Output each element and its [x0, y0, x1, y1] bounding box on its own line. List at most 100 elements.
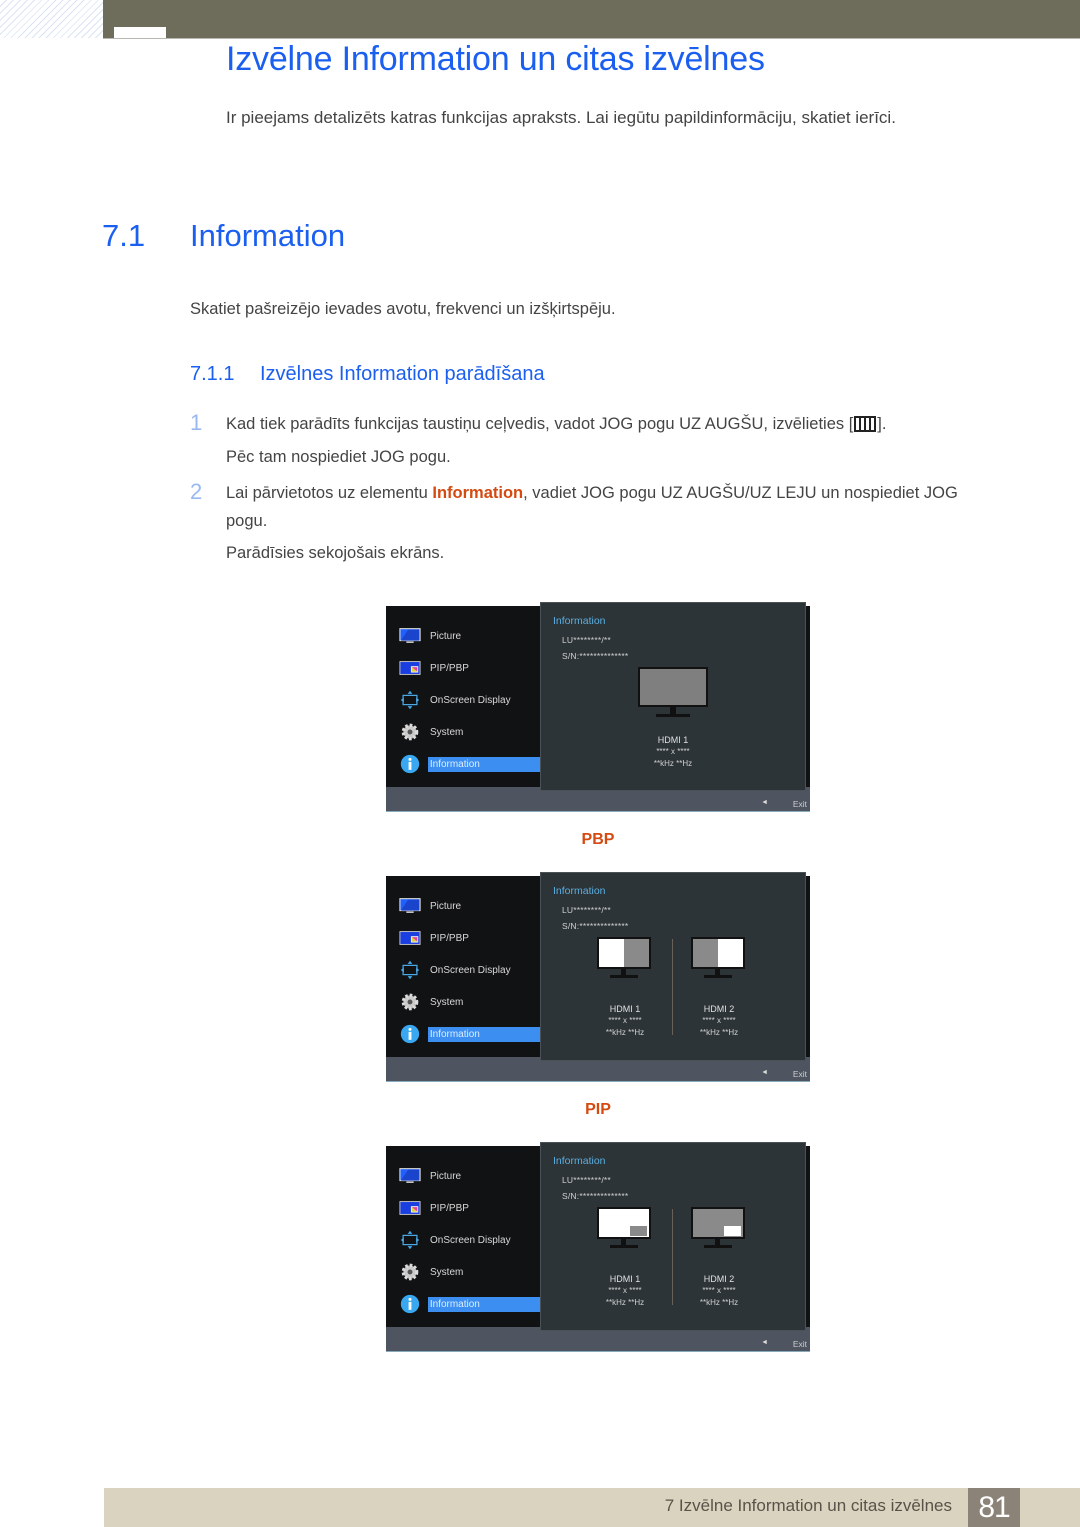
- information-panel-title: Information: [553, 615, 606, 627]
- subsection-title: Izvēlnes Information parādīšana: [260, 363, 545, 385]
- source-info: HDMI 1 **** x **** **kHz **Hz: [575, 1207, 675, 1309]
- exit-button[interactable]: Exit: [793, 799, 807, 809]
- osd-menu-label: Information: [427, 1296, 541, 1312]
- monitor-icon: [575, 937, 675, 988]
- osd-menu-item[interactable]: Information: [398, 1024, 541, 1044]
- osd-screen-single: ◄ Exit Picture PIP/PBP OnScreen Display Syste…: [386, 602, 810, 812]
- osd-menu-item[interactable]: PIP/PBP: [398, 658, 541, 678]
- mode-label-pip: PIP: [585, 1101, 611, 1118]
- section-description: Skatiet pašreizējo ievades avotu, frekve…: [190, 300, 616, 318]
- source-divider: [672, 1209, 673, 1305]
- osd-screen-pbp: ◄ Exit Picture PIP/PBP OnScreen Display Syste…: [386, 872, 810, 1082]
- step-2-text-a: Lai pārvietotos uz elementu: [226, 484, 433, 502]
- osd-menu-label: Information: [427, 756, 541, 772]
- osd-menu-item[interactable]: Information: [398, 1294, 541, 1314]
- osd-menu-item[interactable]: Picture: [398, 1166, 541, 1186]
- source-frequency: **kHz **Hz: [699, 1298, 739, 1307]
- serial-number: S/N:**************: [562, 651, 629, 661]
- model-code: LU********/**: [562, 1175, 611, 1185]
- highlight-information: Information: [432, 484, 524, 502]
- monitor-icon: [575, 1207, 675, 1258]
- source-info: HDMI 1 **** x **** **kHz **Hz: [575, 937, 675, 1039]
- step-number: 2: [190, 479, 203, 504]
- osd-menu-label: PIP/PBP: [430, 932, 469, 944]
- mode-label-pbp: PBP: [581, 831, 615, 848]
- page-title: Izvēlne Information un citas izvēlnes: [226, 40, 765, 78]
- source-resolution: **** x ****: [608, 1016, 642, 1025]
- source-name: HDMI 2: [703, 1004, 735, 1014]
- serial-number: S/N:**************: [562, 1191, 629, 1201]
- back-arrow-icon[interactable]: ◄: [761, 799, 768, 806]
- osd-menu-label: System: [430, 996, 464, 1008]
- picture-icon: [398, 896, 422, 916]
- gear-icon: [398, 992, 422, 1012]
- information-panel: Information LU********/** S/N:************…: [540, 1142, 806, 1331]
- step-1-text: Kad tiek parādīts funkcijas taustiņu ceļ…: [226, 415, 886, 434]
- osd-menu-item[interactable]: System: [398, 992, 541, 1012]
- information-panel-title: Information: [553, 1155, 606, 1167]
- onscreen-display-icon: [398, 960, 422, 980]
- osd-menu-item[interactable]: PIP/PBP: [398, 928, 541, 948]
- osd-menu-item[interactable]: System: [398, 722, 541, 742]
- source-frequency: **kHz **Hz: [653, 759, 693, 768]
- subsection-number: 7.1.1: [190, 363, 235, 385]
- source-info: HDMI 2 **** x **** **kHz **Hz: [669, 937, 769, 1039]
- monitor-icon: [669, 1207, 769, 1258]
- step-2-text: Lai pārvietotos uz elementu Information,…: [226, 484, 958, 503]
- osd-screen-pip: ◄ Exit Picture PIP/PBP OnScreen Display Syste…: [386, 1142, 810, 1352]
- source-frequency: **kHz **Hz: [699, 1028, 739, 1037]
- osd-menu-item[interactable]: Picture: [398, 626, 541, 646]
- osd-menu-item[interactable]: Picture: [398, 896, 541, 916]
- osd-menu-label: Picture: [430, 1170, 462, 1182]
- serial-number: S/N:**************: [562, 921, 629, 931]
- osd-menu-label: PIP/PBP: [430, 662, 469, 674]
- header-hatch-decoration: [0, 0, 103, 38]
- section-title: Information: [190, 218, 346, 253]
- exit-button[interactable]: Exit: [793, 1069, 807, 1079]
- source-divider: [672, 939, 673, 1035]
- source-resolution: **** x ****: [656, 747, 690, 756]
- back-arrow-icon[interactable]: ◄: [761, 1339, 768, 1346]
- step-1-text-line2: Pēc tam nospiediet JOG pogu.: [226, 448, 451, 466]
- osd-menu-item[interactable]: OnScreen Display: [398, 690, 541, 710]
- osd-menu-label: OnScreen Display: [430, 1234, 511, 1246]
- source-name: HDMI 1: [609, 1274, 641, 1284]
- information-panel: Information LU********/** S/N:************…: [540, 872, 806, 1061]
- source-frequency: **kHz **Hz: [605, 1298, 645, 1307]
- footer-chapter: 7 Izvēlne Information un citas izvēlnes: [664, 1496, 952, 1515]
- source-resolution: **** x ****: [608, 1286, 642, 1295]
- picture-icon: [398, 1166, 422, 1186]
- source-info: HDMI 1 **** x **** **kHz **Hz: [623, 667, 723, 770]
- osd-menu-label: PIP/PBP: [430, 1202, 469, 1214]
- osd-menu-label: Picture: [430, 900, 462, 912]
- header-tab-marker: [114, 27, 166, 38]
- step-number: 1: [190, 410, 203, 435]
- osd-menu-item[interactable]: PIP/PBP: [398, 1198, 541, 1218]
- pip-pbp-icon: [398, 928, 422, 948]
- page-number: 81: [968, 1488, 1020, 1527]
- osd-menu-label: System: [430, 726, 464, 738]
- step-2-text-b: , vadiet JOG pogu UZ AUGŠU/UZ LEJU un no…: [523, 484, 958, 502]
- exit-button[interactable]: Exit: [793, 1339, 807, 1349]
- info-icon: [398, 1024, 422, 1044]
- gear-icon: [398, 1262, 422, 1282]
- osd-menu-item[interactable]: Information: [398, 754, 541, 774]
- onscreen-display-icon: [398, 690, 422, 710]
- section-number: 7.1: [102, 218, 146, 253]
- osd-menu-label: OnScreen Display: [430, 964, 511, 976]
- back-arrow-icon[interactable]: ◄: [761, 1069, 768, 1076]
- pip-pbp-icon: [398, 658, 422, 678]
- source-resolution: **** x ****: [702, 1016, 736, 1025]
- monitor-icon: [669, 937, 769, 988]
- source-info: HDMI 2 **** x **** **kHz **Hz: [669, 1207, 769, 1309]
- osd-menu-item[interactable]: OnScreen Display: [398, 960, 541, 980]
- info-icon: [398, 1294, 422, 1314]
- osd-menu-label: Information: [427, 1026, 541, 1042]
- step-2-text-line3: Parādīsies sekojošais ekrāns.: [226, 544, 445, 562]
- osd-menu-label: Picture: [430, 630, 462, 642]
- osd-menu-item[interactable]: System: [398, 1262, 541, 1282]
- source-name: HDMI 1: [609, 1004, 641, 1014]
- header-bar: [103, 0, 1080, 39]
- osd-menu-item[interactable]: OnScreen Display: [398, 1230, 541, 1250]
- gear-icon: [398, 722, 422, 742]
